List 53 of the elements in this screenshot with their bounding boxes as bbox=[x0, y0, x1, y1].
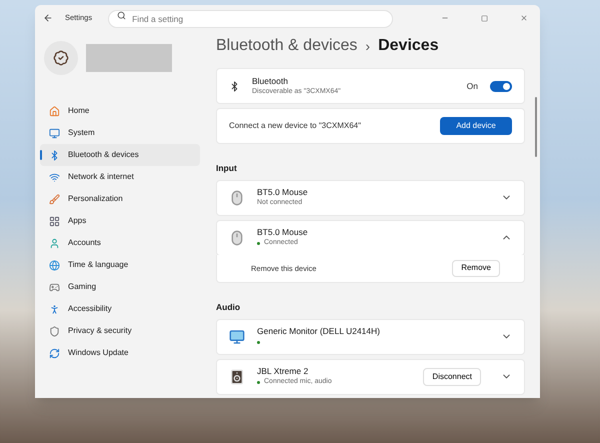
sidebar-item[interactable]: Privacy & security bbox=[40, 320, 200, 342]
brush-icon bbox=[49, 194, 60, 204]
toggle-label: On bbox=[466, 80, 478, 92]
add-device-button[interactable]: Add device bbox=[440, 117, 512, 135]
speaker-icon bbox=[229, 368, 245, 384]
device-name: BT5.0 Mouse bbox=[257, 227, 309, 238]
update-icon bbox=[49, 348, 60, 358]
sidebar-item[interactable]: Home bbox=[40, 100, 200, 122]
sidebar-item[interactable]: System bbox=[40, 122, 200, 144]
sidebar-item[interactable]: Network & internet bbox=[40, 166, 200, 188]
bluetooth-icon bbox=[229, 80, 240, 92]
device-card[interactable]: Generic Monitor (DELL U2414H) bbox=[216, 318, 525, 354]
bluetooth-title: Bluetooth bbox=[252, 76, 289, 86]
search-icon bbox=[117, 11, 126, 20]
disconnect-button[interactable]: Disconnect bbox=[423, 368, 481, 386]
accessibility-icon bbox=[49, 304, 60, 314]
close-icon[interactable] bbox=[520, 14, 528, 22]
search-field[interactable]: Find a setting bbox=[108, 10, 394, 28]
sidebar-item[interactable]: Bluetooth & devices bbox=[40, 144, 200, 166]
sidebar-item[interactable]: Windows Update bbox=[40, 342, 200, 364]
monitor-icon bbox=[49, 128, 60, 138]
section-heading: Audio bbox=[216, 300, 242, 314]
gamepad-icon bbox=[49, 282, 60, 292]
shield-icon bbox=[49, 326, 60, 336]
mouse-icon bbox=[229, 230, 245, 246]
sidebar-item[interactable]: Accessibility bbox=[40, 298, 200, 320]
globe-icon bbox=[49, 260, 60, 270]
sidebar-item[interactable]: Personalization bbox=[40, 188, 200, 210]
home-icon bbox=[49, 106, 60, 116]
breadcrumb-separator: › bbox=[365, 36, 370, 56]
wifi-icon bbox=[49, 172, 60, 182]
sidebar-item[interactable]: Apps bbox=[40, 210, 200, 232]
maximize-icon[interactable] bbox=[481, 14, 488, 22]
monitor-icon bbox=[229, 328, 245, 344]
bluetooth-toggle[interactable] bbox=[490, 80, 512, 92]
breadcrumb-parent[interactable]: Bluetooth & devices bbox=[216, 34, 358, 58]
selection-indicator bbox=[40, 150, 42, 160]
bluetooth-icon bbox=[49, 150, 60, 160]
remove-button[interactable]: Remove bbox=[452, 260, 500, 277]
page-title: Devices bbox=[378, 36, 439, 56]
sidebar-item[interactable]: Time & language bbox=[40, 254, 200, 276]
grid-icon bbox=[49, 216, 60, 226]
back-icon[interactable] bbox=[43, 13, 53, 23]
mouse-icon bbox=[229, 190, 245, 206]
device-name: Generic Monitor (DELL U2414H) bbox=[257, 326, 381, 337]
scrollbar[interactable] bbox=[535, 97, 537, 157]
person-icon bbox=[49, 238, 60, 248]
device-name: BT5.0 Mouse bbox=[257, 187, 309, 198]
sidebar-item[interactable]: Gaming bbox=[40, 276, 200, 298]
device-name: JBL Xtreme 2 bbox=[257, 366, 310, 377]
sidebar-item[interactable]: Accounts bbox=[40, 232, 200, 254]
section-heading: Input bbox=[216, 162, 238, 175]
connect-text: Connect a new device to "3CXMX64" bbox=[229, 120, 362, 132]
